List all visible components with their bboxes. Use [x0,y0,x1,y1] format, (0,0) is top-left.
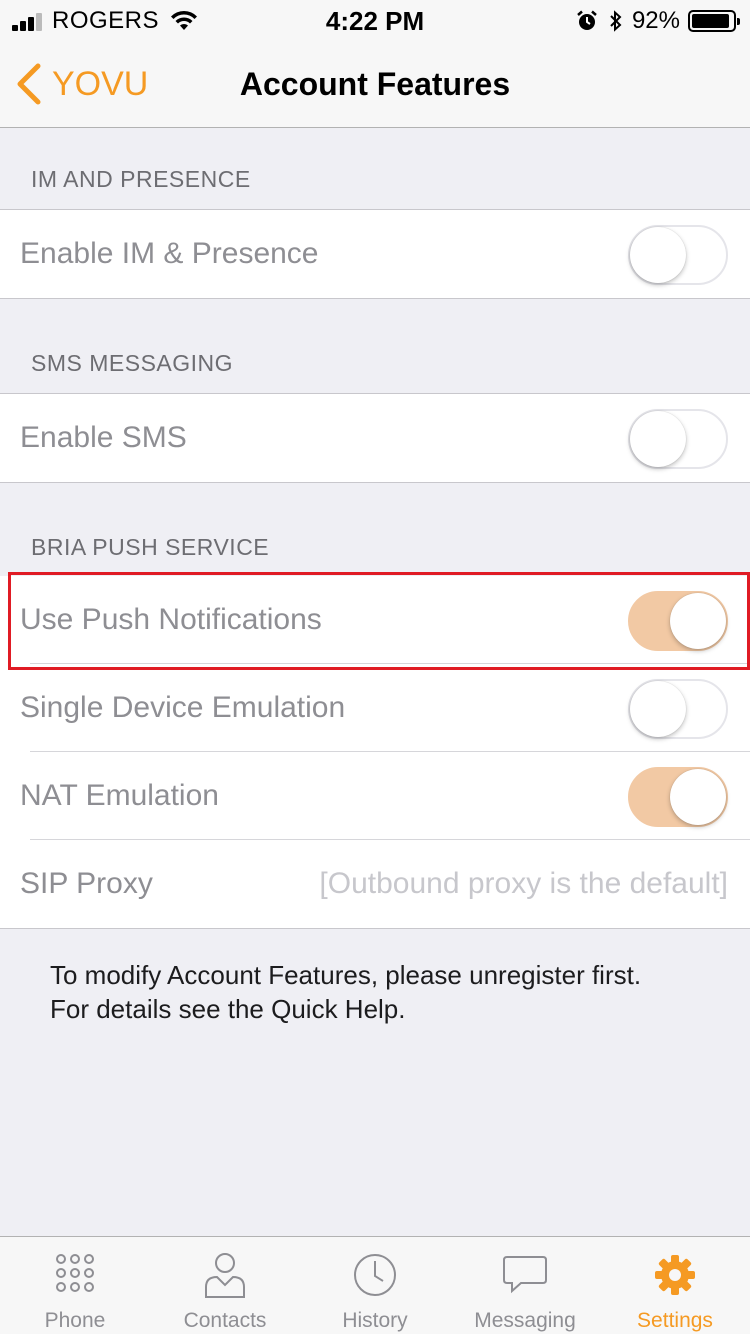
enable-sms-toggle[interactable] [628,409,728,469]
row-use-push-notifications: Use Push Notifications [0,576,750,664]
section-header-im-presence: IM AND PRESENCE [31,166,251,192]
row-label: SIP Proxy [20,867,153,900]
alarm-icon [577,10,597,30]
tab-bar: Phone Contacts History Messaging Setting… [0,1236,750,1334]
section-header-sms: SMS MESSAGING [31,350,234,376]
footer-note-line-1: To modify Account Features, please unreg… [50,960,642,990]
tab-label: Contacts [183,1309,267,1332]
group-bria-push: Use Push Notifications Single Device Emu… [0,576,750,929]
row-nat-emulation: NAT Emulation [0,752,750,840]
row-label: Use Push Notifications [20,603,322,636]
tab-phone[interactable]: Phone [0,1237,150,1334]
battery-icon [688,10,740,32]
row-label: NAT Emulation [20,779,219,812]
row-enable-im-presence: Enable IM & Presence [0,210,750,298]
battery-percent: 92% [631,7,680,34]
tab-messaging[interactable]: Messaging [450,1237,600,1334]
sip-proxy-input[interactable]: [Outbound proxy is the default] [319,840,728,928]
dialpad-icon [56,1254,94,1292]
section-header-bria-push: BRIA PUSH SERVICE [31,534,270,560]
tab-label: History [342,1309,408,1332]
chat-bubble-icon [503,1256,547,1294]
group-im-presence: Enable IM & Presence [0,209,750,299]
tab-label: Settings [637,1309,713,1332]
tab-label: Phone [44,1309,106,1332]
status-right: 92% [576,7,740,35]
tab-history[interactable]: History [300,1237,450,1334]
bluetooth-icon [610,10,622,32]
footer-note: To modify Account Features, please unreg… [50,958,641,1026]
gear-icon [655,1255,695,1295]
single-device-emulation-toggle[interactable] [628,679,728,739]
row-single-device-emulation: Single Device Emulation [0,664,750,752]
row-label: Enable SMS [20,421,187,454]
row-sip-proxy[interactable]: SIP Proxy [Outbound proxy is the default… [0,840,750,928]
footer-note-line-2: For details see the Quick Help. [50,994,406,1024]
nat-emulation-toggle[interactable] [628,767,728,827]
page-title: Account Features [239,66,511,102]
group-sms: Enable SMS [0,393,750,483]
use-push-notifications-toggle[interactable] [628,591,728,651]
tab-contacts[interactable]: Contacts [150,1237,300,1334]
row-label: Enable IM & Presence [20,237,319,270]
tab-label: Messaging [474,1309,576,1332]
navigation-bar: YOVU Account Features [0,40,750,128]
row-enable-sms: Enable SMS [0,394,750,482]
status-bar: ROGERS 4:22 PM 92% [0,0,750,40]
row-label: Single Device Emulation [20,691,346,724]
contacts-icon [205,1253,245,1298]
tab-settings[interactable]: Settings [600,1237,750,1334]
clock-icon [354,1254,396,1296]
enable-im-presence-toggle[interactable] [628,225,728,285]
